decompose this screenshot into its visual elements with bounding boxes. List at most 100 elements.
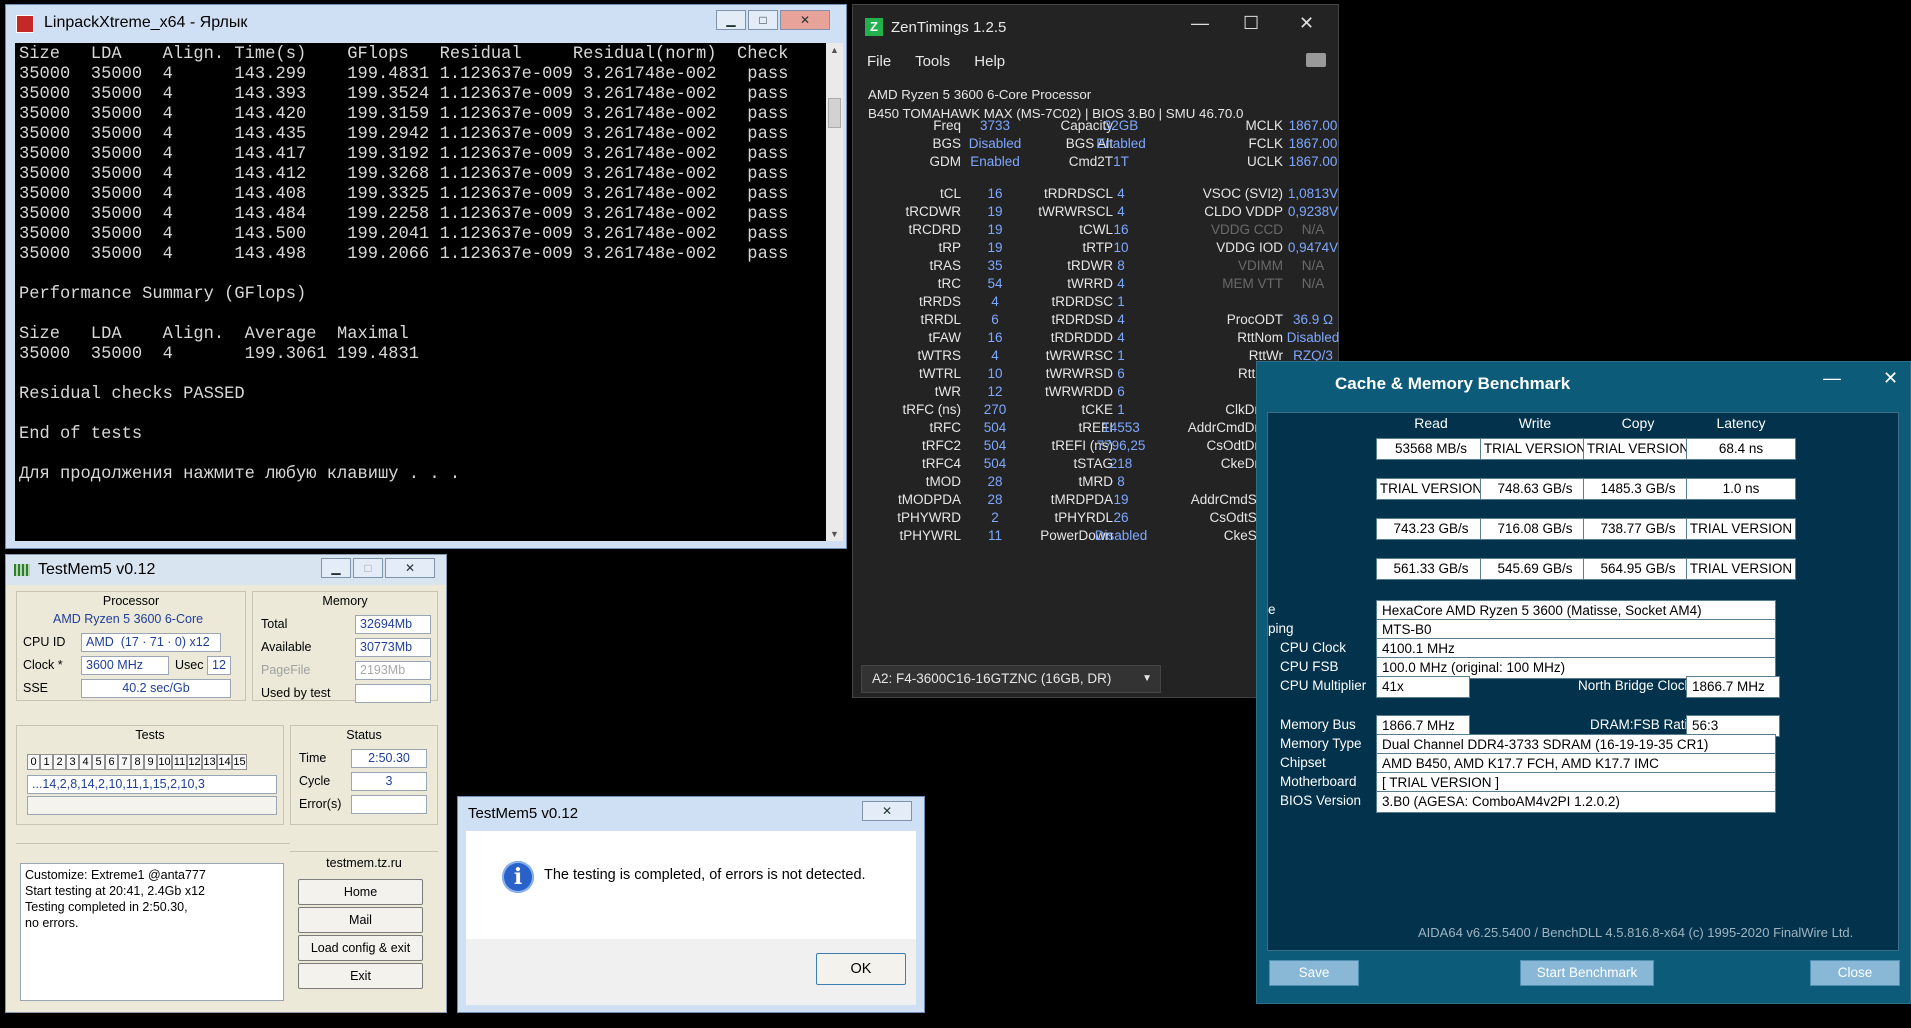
timing-label: CLDO VDDP: [1204, 204, 1283, 219]
save-button[interactable]: Save: [1269, 960, 1359, 986]
timing-label: GDM: [929, 154, 962, 169]
exit-button[interactable]: Exit: [298, 963, 423, 989]
progress-bar: [27, 796, 277, 815]
timing-label: tRAS: [929, 258, 961, 273]
console-line: Size LDA Align. Time(s) GFlops Residual …: [19, 45, 789, 64]
test-cell: 6: [105, 754, 118, 770]
load-config-exit-button[interactable]: Load config & exit: [298, 935, 423, 961]
bench-value: TRIAL VERSION: [1480, 438, 1590, 460]
ok-button[interactable]: OK: [816, 953, 906, 985]
timing-label: tRFC4: [921, 456, 961, 471]
timing-value: 0,9474V: [1287, 240, 1339, 255]
info-value: 41x: [1376, 676, 1470, 698]
processor-name: AMD Ryzen 5 3600 6-Core: [53, 612, 204, 626]
timing-label: tMODPDA: [897, 492, 961, 507]
close-button[interactable]: ✕: [862, 801, 912, 821]
console-line: 35000 35000 4 143.420 199.3159 1.123637e…: [19, 105, 789, 124]
menu-help[interactable]: Help: [974, 53, 1005, 70]
module-select[interactable]: A2: F4-3600C16-16GTZNC (16GB, DR) ▼: [861, 665, 1161, 693]
close-dialog-button[interactable]: Close: [1810, 960, 1900, 986]
bench-header: Copy: [1621, 415, 1655, 431]
screenshot-camera-icon[interactable]: [1306, 53, 1326, 67]
menu-file[interactable]: File: [867, 53, 891, 70]
start-benchmark-button[interactable]: Start Benchmark: [1520, 960, 1654, 986]
close-button[interactable]: ✕: [1883, 368, 1898, 389]
console-output: Size LDA Align. Time(s) GFlops Residual …: [15, 43, 827, 541]
pagefile-field: 2193Mb: [355, 661, 431, 680]
test-cell: 4: [79, 754, 92, 770]
console-line: 35000 35000 4 199.3061 199.4831: [19, 345, 420, 364]
timing-label: tWR: [934, 384, 961, 399]
tests-group: Tests 0 1 2 3 4 5 6 7 8 9 10 11 12 13 14 15 ...14,2,8,1…: [16, 725, 284, 825]
timing-label: tRFC2: [921, 438, 961, 453]
scroll-thumb[interactable]: [828, 98, 841, 128]
maximize-button[interactable]: ☐: [1243, 13, 1259, 34]
console-line: 35000 35000 4 143.500 199.2041 1.123637e…: [19, 225, 789, 244]
bench-value: TRIAL VERSION: [1686, 518, 1796, 540]
test-cell: 14: [217, 754, 232, 770]
dialog-titlebar[interactable]: TestMem5 v0.12 ✕: [458, 797, 924, 829]
dialog-title: TestMem5 v0.12: [468, 805, 579, 822]
minimize-button[interactable]: —: [1191, 13, 1209, 34]
maximize-button[interactable]: □: [748, 10, 778, 30]
sse-field: 40.2 sec/Gb: [81, 679, 231, 698]
close-button[interactable]: ✕: [385, 558, 435, 578]
timing-value: N/A: [1301, 258, 1325, 273]
test-cell: 7: [118, 754, 131, 770]
console-line: 35000 35000 4 143.498 199.2066 1.123637e…: [19, 245, 789, 264]
linpack-app-icon: [16, 15, 34, 33]
timing-label: tRCDRD: [908, 222, 962, 237]
mail-button[interactable]: Mail: [298, 907, 423, 933]
close-button[interactable]: ✕: [1299, 13, 1314, 34]
home-button[interactable]: Home: [298, 879, 423, 905]
linpack-titlebar[interactable]: LinpackXtreme_x64 - Ярлык ▁ □ ✕: [6, 5, 846, 41]
timing-label: tPHYWRD: [897, 510, 961, 525]
scroll-down-icon[interactable]: ▼: [830, 529, 839, 539]
tm-titlebar[interactable]: TestMem5 v0.12 ▁ □ ✕: [6, 555, 446, 585]
console-line: Для продолжения нажмите любую клавишу . …: [19, 465, 461, 484]
cycle-field: 3: [351, 772, 427, 791]
status-group: Status Time 2:50.30 Cycle 3 Error(s): [290, 725, 438, 825]
errors-label: Error(s): [299, 797, 342, 811]
log-line: Testing completed in 2:50.30,: [25, 900, 188, 914]
test-cell: 9: [144, 754, 157, 770]
processor-group: Processor AMD Ryzen 5 3600 6-Core CPU ID…: [16, 591, 246, 701]
dialog-message: The testing is completed, of errors is n…: [544, 867, 866, 883]
close-button[interactable]: ✕: [780, 10, 830, 30]
test-cell: 12: [187, 754, 202, 770]
timing-label: tRCDWR: [905, 204, 962, 219]
timing-value: 32GB: [1103, 118, 1139, 133]
site-link[interactable]: testmem.tz.ru: [290, 856, 438, 870]
zen-titlebar[interactable]: Z ZenTimings 1.2.5 — ☐ ✕: [853, 5, 1338, 47]
timing-label: RttNom: [1237, 330, 1283, 345]
aida-footer-text: AIDA64 v6.25.5400 / BenchDLL 4.5.816.8-x…: [1418, 925, 1854, 940]
menu-tools[interactable]: Tools: [915, 53, 950, 70]
cpu-id-field: AMD (17 · 71 · 0) x12: [81, 633, 221, 652]
used-by-test-label: Used by test: [261, 686, 331, 700]
test-cell: 8: [131, 754, 144, 770]
log-line: Start testing at 20:41, 2.4Gb x12: [25, 884, 205, 898]
test-cell: 10: [157, 754, 172, 770]
time-label: Time: [299, 751, 327, 765]
timing-label: tRFC (ns): [902, 402, 962, 417]
info-value: 1866.7 MHz: [1686, 676, 1780, 698]
bench-value: TRIAL VERSION: [1376, 478, 1486, 500]
timing-value: 1867.00: [1288, 154, 1338, 169]
time-field: 2:50.30: [351, 749, 427, 768]
timing-value: 8: [1117, 258, 1125, 273]
usec-field[interactable]: 12: [207, 656, 231, 675]
console-text: Size LDA Align. Time(s) GFlops Residual …: [15, 43, 827, 487]
minimize-button[interactable]: ▁: [321, 558, 351, 578]
console-line: End of tests: [19, 425, 143, 444]
test-cell: 2: [53, 754, 66, 770]
aida-titlebar[interactable]: Cache & Memory Benchmark — ✕: [1257, 362, 1910, 402]
minimize-button[interactable]: —: [1823, 368, 1841, 389]
minimize-button[interactable]: ▁: [716, 10, 746, 30]
timing-label: tFAW: [928, 330, 962, 345]
console-line: Size LDA Align. Average Maximal: [19, 325, 409, 344]
timing-label: FCLK: [1248, 136, 1283, 151]
bench-value: 545.69 GB/s: [1480, 558, 1590, 580]
scroll-up-icon[interactable]: ▲: [830, 45, 839, 55]
